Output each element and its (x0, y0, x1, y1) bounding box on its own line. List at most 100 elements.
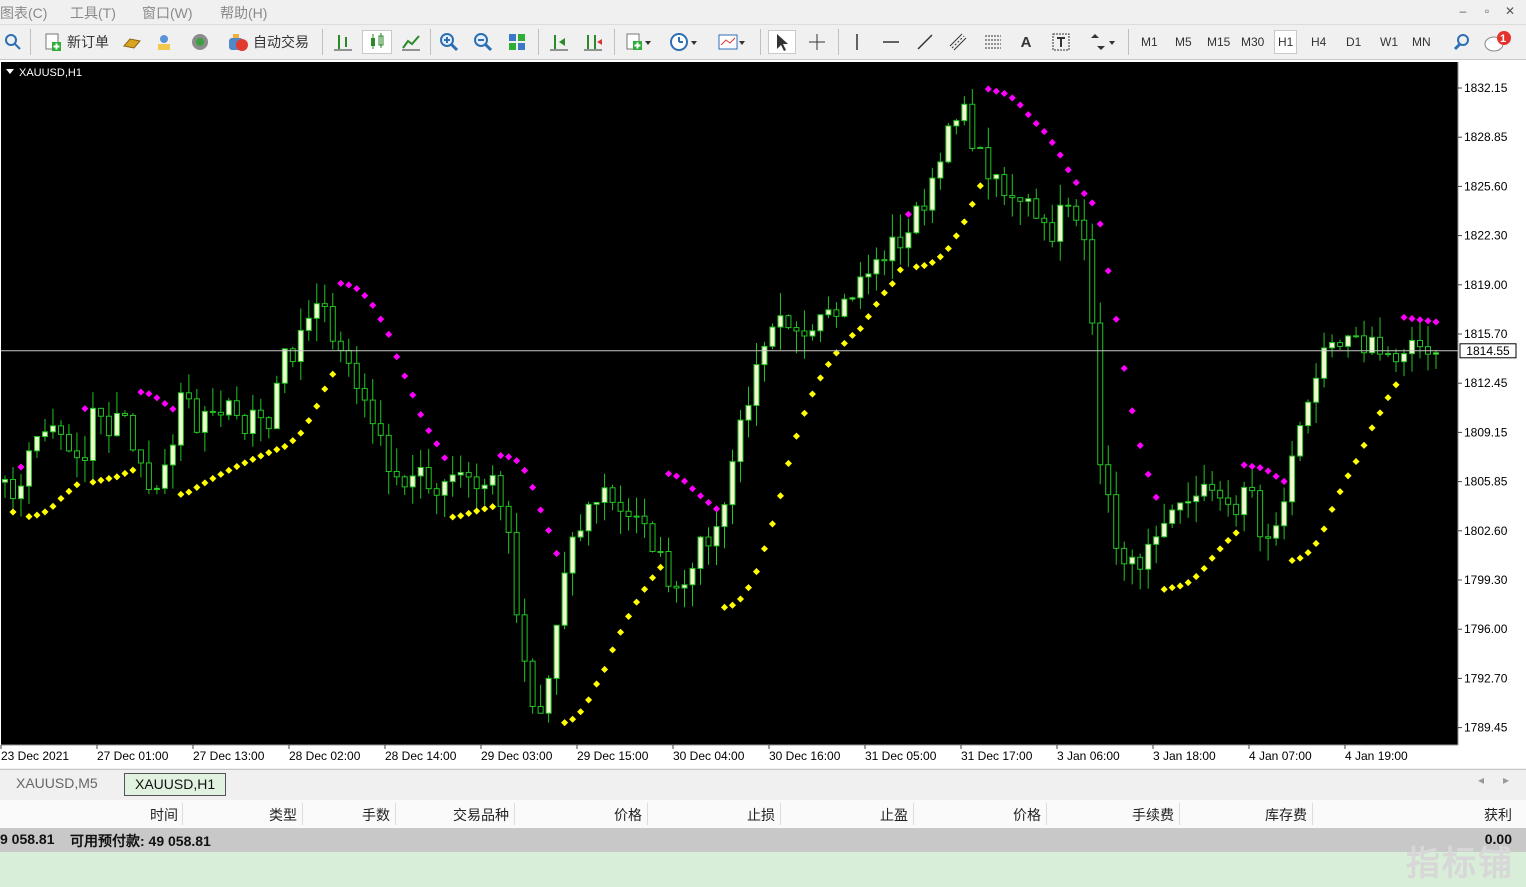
candle-body (57, 425, 64, 435)
arrows-dropdown[interactable] (1082, 30, 1122, 54)
line-chart-icon[interactable] (398, 30, 424, 54)
plot-background (1, 62, 1458, 745)
candle-body (545, 677, 552, 714)
restore-button[interactable]: ▫ (1477, 2, 1497, 20)
menu-item-help[interactable]: 帮助(H) (220, 3, 267, 23)
history-center-icon[interactable] (152, 30, 176, 54)
col-stop-loss[interactable]: 止损 (747, 805, 775, 825)
tab-xauusd-h1[interactable]: XAUUSD,H1 (124, 773, 227, 796)
fibonacci-icon[interactable] (980, 30, 1006, 54)
col-swap[interactable]: 库存费 (1265, 805, 1307, 825)
candle-body (625, 510, 632, 518)
indicators-dropdown[interactable] (620, 30, 656, 54)
new-order-button[interactable]: 新订单 (38, 30, 114, 54)
zoom-in-icon[interactable] (436, 30, 462, 54)
horizontal-line-icon[interactable] (878, 30, 904, 54)
candle-body (1433, 352, 1440, 355)
text-tool-icon[interactable]: A (1014, 30, 1038, 54)
toolbar-separator (538, 29, 539, 55)
signals-icon[interactable] (188, 30, 212, 54)
tab-scroll-right-icon[interactable]: ▸ (1503, 773, 1509, 787)
tab-xauusd-m5[interactable]: XAUUSD,M5 (6, 773, 108, 794)
candle-body (905, 232, 912, 249)
menu-item-window[interactable]: 窗口(W) (142, 3, 193, 23)
candle-body (537, 706, 544, 714)
candle-body (1409, 339, 1416, 355)
tile-windows-icon[interactable] (504, 30, 530, 54)
candle-body (1297, 425, 1304, 457)
candle-body (1329, 342, 1336, 349)
menu-item-tools[interactable]: 工具(T) (70, 3, 116, 23)
candle-body (1097, 322, 1104, 466)
column-separator (514, 803, 515, 825)
market-watch-icon[interactable] (2, 30, 24, 54)
toolbar-separator (838, 29, 839, 55)
col-type[interactable]: 类型 (269, 805, 297, 825)
zoom-out-icon[interactable] (470, 30, 496, 54)
chart-symbol-label: XAUUSD,H1 (19, 67, 82, 79)
timeframe-m30[interactable]: M30 (1238, 33, 1267, 51)
templates-dropdown[interactable] (712, 30, 752, 54)
candle-body (25, 450, 32, 487)
toolbar-separator (760, 29, 761, 55)
col-symbol[interactable]: 交易品种 (453, 805, 509, 825)
col-current-price[interactable]: 价格 (1013, 805, 1041, 825)
candle-body (73, 450, 80, 459)
candle-body (601, 487, 608, 503)
candlestick-chart-icon[interactable] (362, 30, 392, 54)
candle-body (1345, 335, 1352, 347)
text-label-icon[interactable] (1048, 30, 1074, 54)
bar-chart-icon[interactable] (330, 30, 356, 54)
col-profit[interactable]: 获利 (1484, 805, 1512, 825)
auto-scroll-icon[interactable] (580, 30, 606, 54)
column-separator (647, 803, 648, 825)
candle-body (841, 298, 848, 317)
close-button[interactable]: ✕ (1500, 2, 1520, 20)
candle-body (489, 475, 496, 486)
col-price[interactable]: 价格 (614, 805, 642, 825)
candle-body (409, 475, 416, 488)
price-chart[interactable]: 1832.15 1828.85 1825.60 1822.30 1819.00 1815.… (0, 60, 1526, 768)
chart-shift-icon[interactable] (546, 30, 572, 54)
new-order-label: 新订单 (67, 34, 109, 50)
timeframe-w1[interactable]: W1 (1377, 33, 1401, 51)
col-take-profit[interactable]: 止盈 (880, 805, 908, 825)
candle-body (977, 147, 984, 150)
column-separator (182, 803, 183, 825)
col-commission[interactable]: 手续费 (1132, 805, 1174, 825)
candle-body (1057, 204, 1064, 242)
candle-body (945, 125, 952, 163)
search-icon[interactable] (1450, 30, 1474, 54)
auto-trading-label: 自动交易 (253, 34, 309, 50)
gold-bars-icon[interactable] (120, 30, 144, 54)
menu-item-chart[interactable]: 图表(C) (0, 3, 47, 23)
equidistant-channel-icon[interactable] (944, 30, 972, 54)
timeframe-d1[interactable]: D1 (1343, 33, 1364, 51)
timeframe-mn[interactable]: MN (1409, 33, 1434, 51)
auto-trading-button[interactable]: 自动交易 (222, 30, 314, 54)
candle-body (785, 315, 792, 329)
cursor-tool-icon[interactable] (768, 30, 796, 54)
price-tick-label: 1812.45 (1464, 376, 1508, 390)
col-lots[interactable]: 手数 (362, 805, 390, 825)
timeframe-m1[interactable]: M1 (1138, 33, 1161, 51)
candle-body (1193, 495, 1200, 503)
crosshair-icon[interactable] (804, 30, 830, 54)
notifications-button[interactable]: 1 (1482, 30, 1514, 54)
timeframe-h4[interactable]: H4 (1308, 33, 1329, 51)
timeframe-m15[interactable]: M15 (1204, 33, 1233, 51)
balance-row[interactable]: 9 058.81 可用预付款: 49 058.81 0.00 (0, 828, 1526, 852)
periods-dropdown[interactable] (664, 30, 704, 54)
candle-body (1089, 239, 1096, 324)
chart-window[interactable]: 1832.15 1828.85 1825.60 1822.30 1819.00 1815.… (0, 60, 1526, 768)
tab-scroll-left-icon[interactable]: ◂ (1478, 773, 1484, 787)
vertical-line-icon[interactable] (846, 30, 868, 54)
trendline-icon[interactable] (912, 30, 938, 54)
timeframe-m5[interactable]: M5 (1172, 33, 1195, 51)
candle-body (65, 433, 72, 452)
minimize-button[interactable]: – (1453, 2, 1473, 20)
timeframe-h1[interactable]: H1 (1274, 30, 1298, 54)
col-time[interactable]: 时间 (150, 805, 178, 825)
candle-body (137, 449, 144, 464)
candle-body (857, 276, 864, 299)
